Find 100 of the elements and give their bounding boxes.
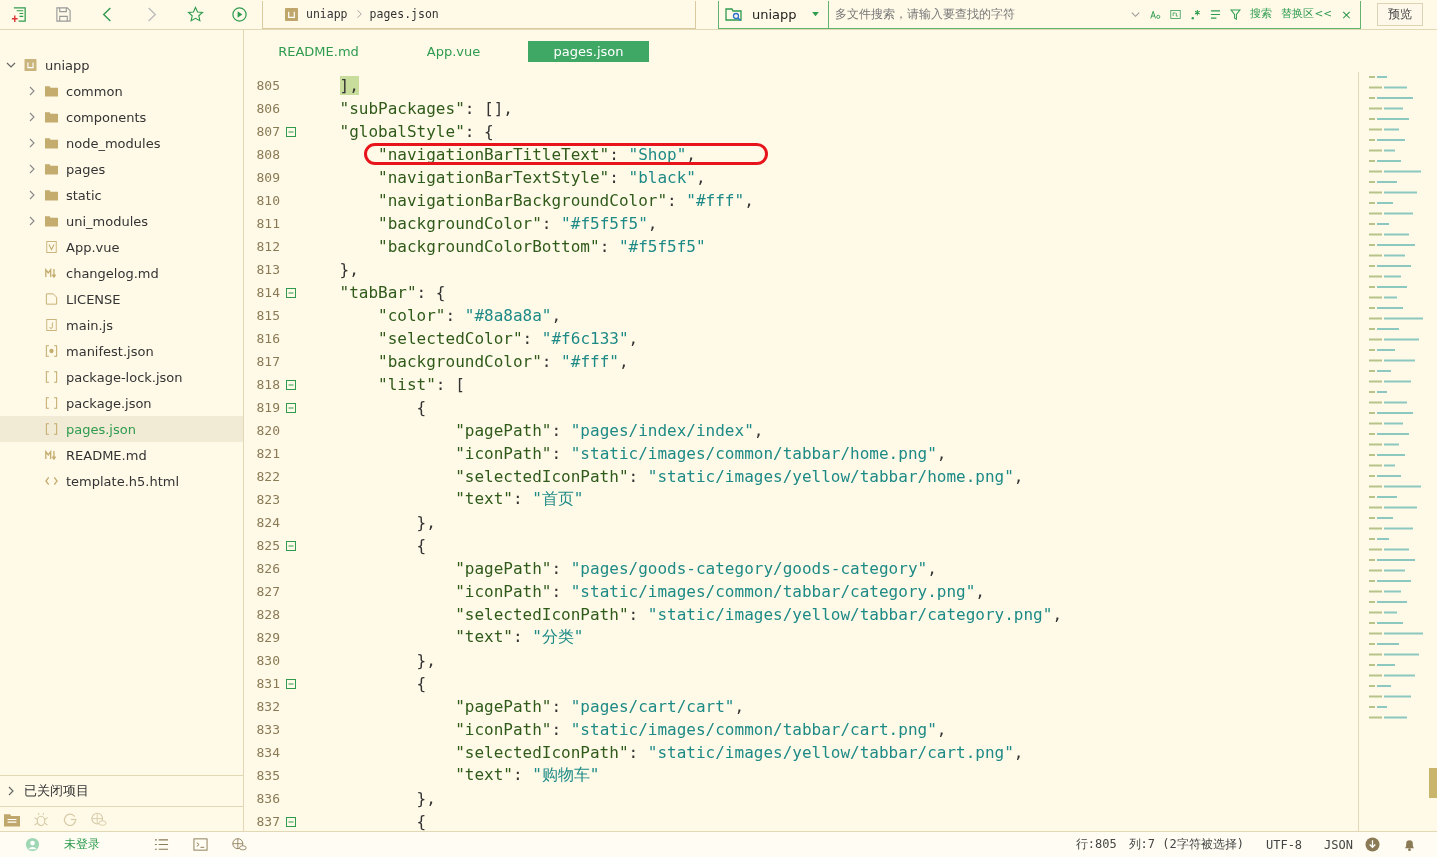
folder-icon xyxy=(45,189,58,201)
line-number: 817 xyxy=(255,354,280,369)
code-line: }, xyxy=(416,651,436,670)
save-icon[interactable] xyxy=(55,6,72,23)
tree-item[interactable]: uni_modules xyxy=(66,213,149,229)
code-line: "color": "#8a8a8a", xyxy=(378,306,562,325)
encoding[interactable]: UTF-8 xyxy=(1265,837,1303,852)
code-line: "selectedIconPath": "static/images/yellow/tabbar/category.png", xyxy=(455,605,1062,624)
chevron-icon[interactable] xyxy=(6,786,16,796)
folder-search-icon xyxy=(725,6,743,22)
fold-icon[interactable] xyxy=(285,816,296,827)
code-line: "pagePath": "pages/index/index", xyxy=(455,421,764,440)
chevron-icon[interactable] xyxy=(27,112,37,122)
scrollbar-thumb[interactable] xyxy=(1429,768,1437,798)
login-status[interactable]: 未登录 xyxy=(64,836,100,853)
chevron-icon[interactable] xyxy=(27,86,37,96)
tree-item[interactable]: uniapp xyxy=(45,57,90,73)
bell-icon[interactable] xyxy=(1402,837,1417,852)
search-field[interactable]: 多文件搜索，请输入要查找的字符 xyxy=(832,6,1122,22)
download-icon[interactable] xyxy=(1365,837,1380,852)
code-line: }, xyxy=(339,260,359,279)
code-line: "pagePath": "pages/goods-category/goods-category", xyxy=(455,559,937,578)
chevron-icon[interactable] xyxy=(27,138,37,148)
run-icon[interactable] xyxy=(231,6,248,23)
fold-icon[interactable] xyxy=(285,287,296,298)
replace-toggle[interactable]: 替换区<< xyxy=(1281,7,1333,21)
tree-item[interactable]: main.js xyxy=(66,317,113,333)
code-line: "iconPath": "static/images/common/tabbar/category.png", xyxy=(455,582,985,601)
tree-item[interactable]: template.h5.html xyxy=(66,473,180,489)
brackets-icon xyxy=(45,397,58,409)
breadcrumb-item[interactable]: uniapp xyxy=(306,7,348,21)
line-number: 824 xyxy=(255,515,280,530)
line-number: 812 xyxy=(255,239,280,254)
search-box[interactable]: 多文件搜索，请输入要查找的字符 xyxy=(827,0,1122,28)
line-number: 814 xyxy=(255,285,280,300)
chevron-icon[interactable] xyxy=(6,60,16,70)
code-line: "text": "首页" xyxy=(455,489,584,510)
code-line: "selectedIconPath": "static/images/yellow/tabbar/cart.png", xyxy=(455,743,1024,762)
chevron-icon xyxy=(355,9,362,19)
chevron-icon[interactable] xyxy=(27,190,37,200)
language-mode[interactable]: JSON xyxy=(1324,837,1353,852)
filter-icon[interactable] xyxy=(1230,8,1242,20)
code-line: "globalStyle": { xyxy=(339,122,494,141)
tree-item[interactable]: README.md xyxy=(66,447,147,463)
fold-icon[interactable] xyxy=(285,678,296,689)
fold-icon[interactable] xyxy=(285,126,296,137)
chevron-icon[interactable] xyxy=(27,164,37,174)
code-line: "tabBar": { xyxy=(339,283,446,302)
new-file-icon[interactable] xyxy=(11,6,28,23)
line-number: 826 xyxy=(255,561,280,576)
tree-item[interactable]: pages xyxy=(66,161,106,177)
file-icon xyxy=(45,293,58,305)
breadcrumb-item[interactable]: pages.json xyxy=(369,7,439,21)
cursor-position[interactable]: 行:805 xyxy=(1075,836,1117,853)
tree-item[interactable]: package.json xyxy=(66,395,152,411)
line-number: 805 xyxy=(255,78,280,93)
folder-icon xyxy=(45,111,58,123)
line-number: 836 xyxy=(255,791,280,806)
project-icon xyxy=(285,7,298,21)
list-icon[interactable] xyxy=(154,837,169,852)
line-number: 822 xyxy=(255,469,280,484)
column-info[interactable]: 列:7 (2字符被选择) xyxy=(1128,836,1244,853)
code-line: "navigationBarTextStyle": "black", xyxy=(378,168,706,187)
js-file-icon xyxy=(45,319,58,331)
globe-icon[interactable] xyxy=(232,837,247,852)
match-case-icon[interactable] xyxy=(1150,8,1162,20)
search-link[interactable]: 搜索 xyxy=(1250,7,1273,21)
lines-icon[interactable] xyxy=(1210,8,1222,20)
tree-item[interactable]: App.vue xyxy=(66,239,120,255)
tree-item[interactable]: manifest.json xyxy=(66,343,154,359)
line-number: 835 xyxy=(255,768,280,783)
tree-item[interactable]: components xyxy=(66,109,147,125)
line-number: 806 xyxy=(255,101,280,116)
close-search-button[interactable]: × xyxy=(1341,6,1352,22)
star-icon[interactable] xyxy=(187,6,204,23)
caret-icon[interactable] xyxy=(811,11,819,17)
markdown-icon xyxy=(45,267,58,279)
fold-icon[interactable] xyxy=(285,540,296,551)
preview-button[interactable]: 预览 xyxy=(1377,3,1423,26)
chevron-icon[interactable] xyxy=(27,216,37,226)
tree-item[interactable]: static xyxy=(66,187,102,203)
tree-item[interactable]: LICENSE xyxy=(66,291,121,307)
fold-icon[interactable] xyxy=(285,379,296,390)
tree-item[interactable]: node_modules xyxy=(66,135,161,151)
line-number: 818 xyxy=(255,377,280,392)
regex-icon[interactable] xyxy=(1190,8,1202,20)
tree-item[interactable]: changelog.md xyxy=(66,265,159,281)
tree-item[interactable]: package-lock.json xyxy=(66,369,183,385)
whole-word-icon[interactable] xyxy=(1170,8,1182,20)
files-icon[interactable] xyxy=(4,811,20,827)
terminal-icon[interactable] xyxy=(193,837,208,852)
brackets-icon xyxy=(45,423,58,435)
tree-item[interactable]: common xyxy=(66,83,123,99)
closed-projects-label[interactable]: 已关闭项目 xyxy=(24,782,89,800)
fold-icon[interactable] xyxy=(285,402,296,413)
line-number: 832 xyxy=(255,699,280,714)
code-line: "backgroundColor": "#fff", xyxy=(378,352,629,371)
line-number: 809 xyxy=(255,170,280,185)
scope-dropdown[interactable]: uniapp xyxy=(752,6,797,22)
code-line: "selectedIconPath": "static/images/yellow/tabbar/home.png", xyxy=(455,467,1024,486)
